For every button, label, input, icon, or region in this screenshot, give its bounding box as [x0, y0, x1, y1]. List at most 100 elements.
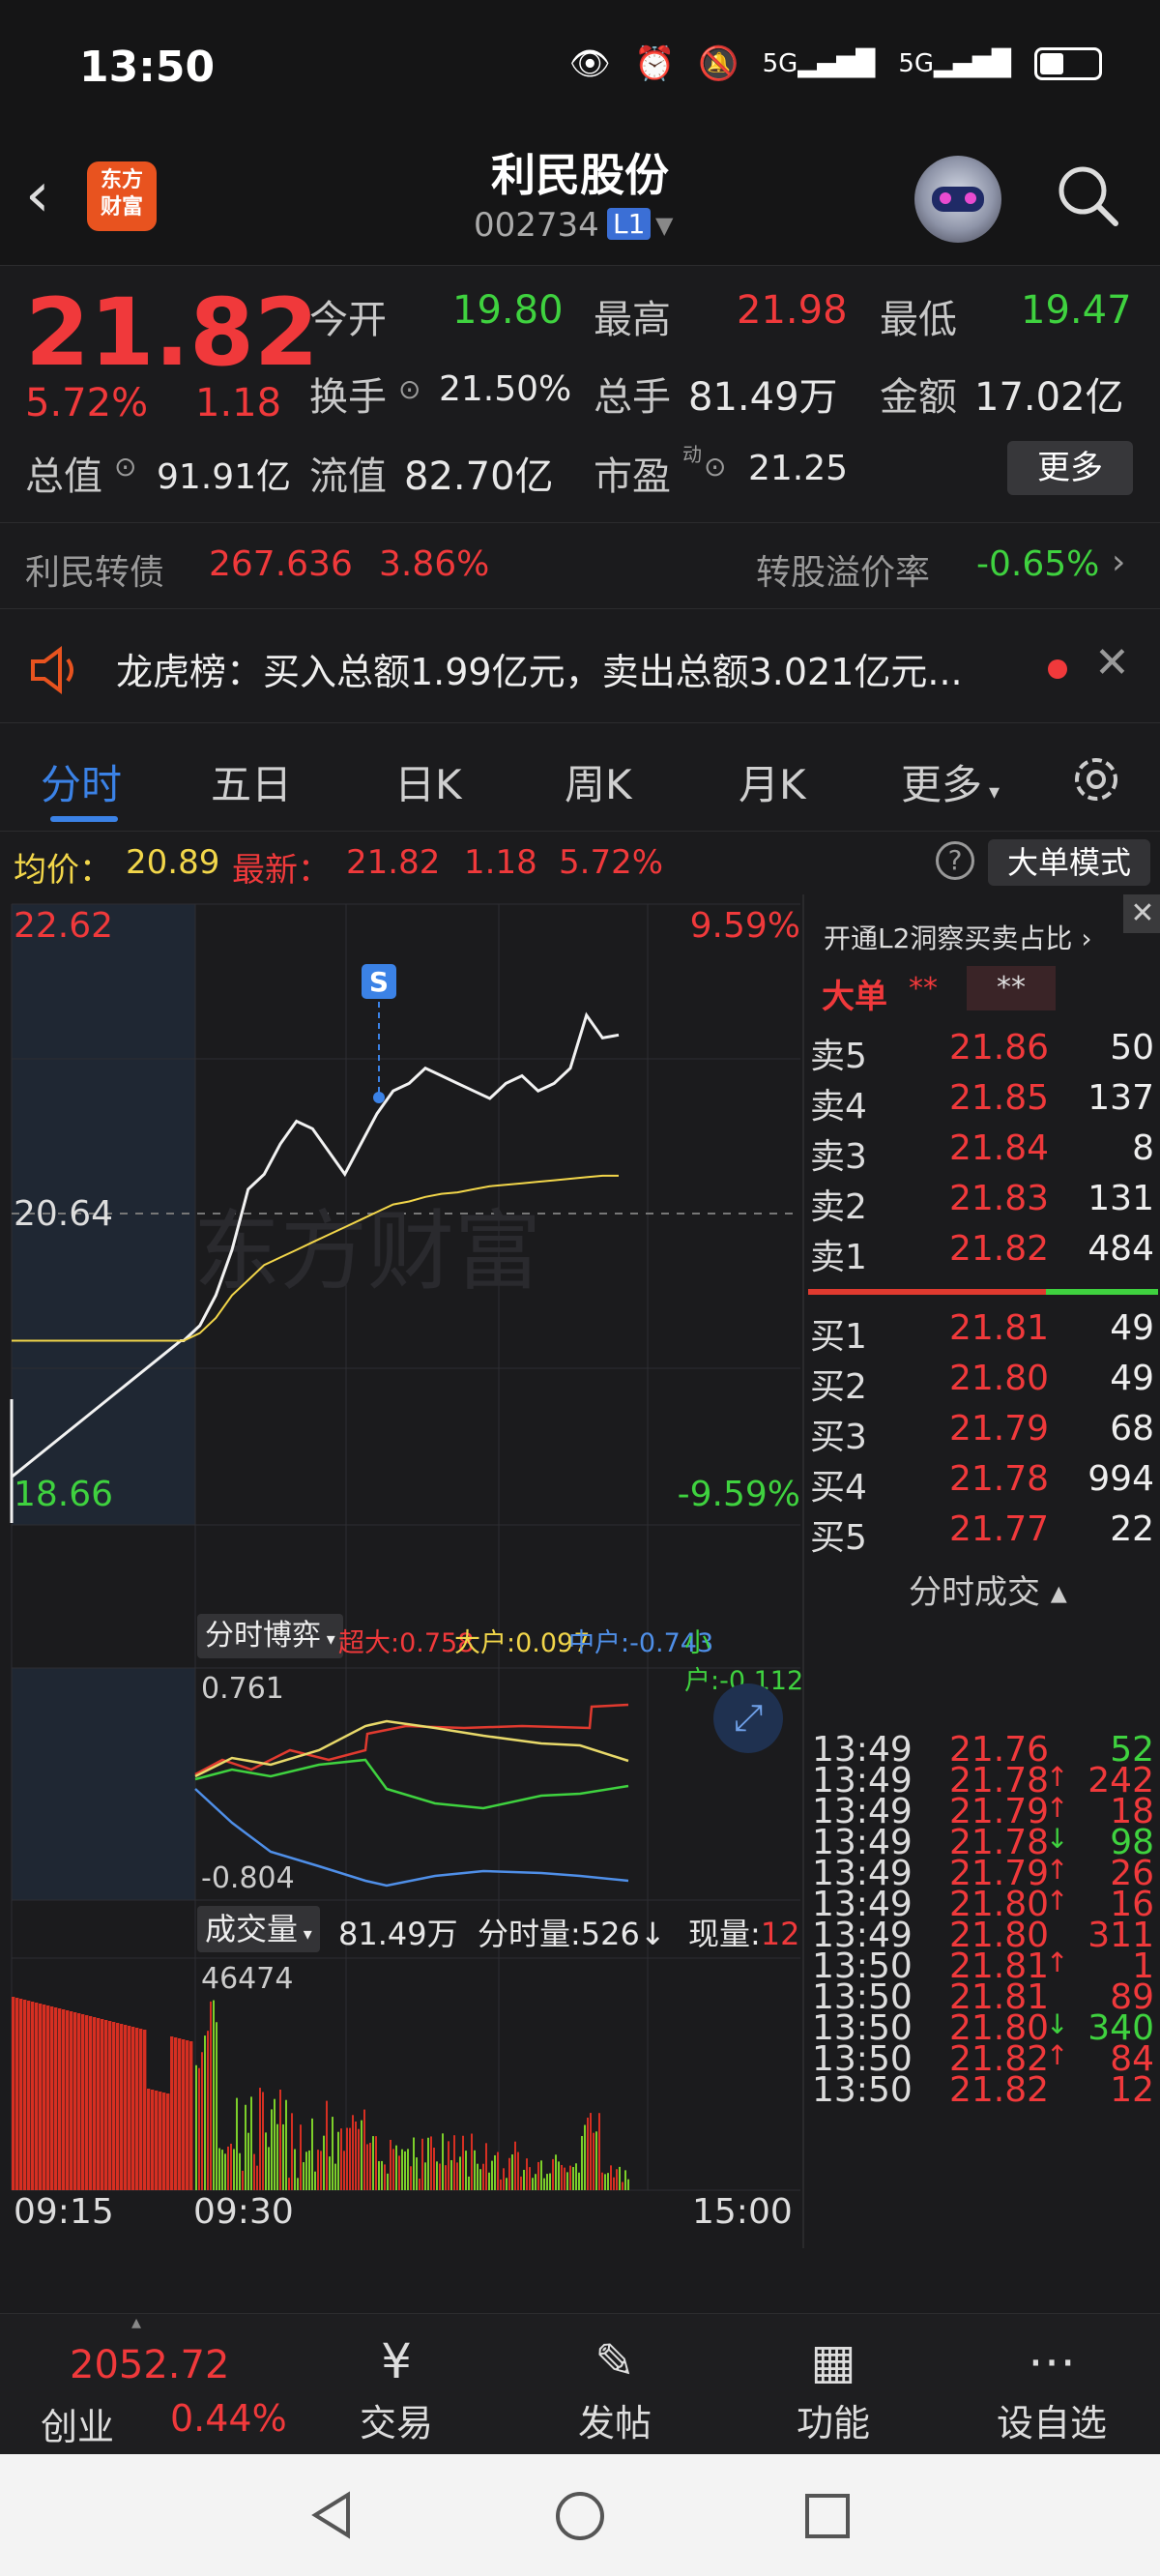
bid-row[interactable]: 买3 21.79 68 [804, 1409, 1160, 1459]
volume-bar [506, 2178, 508, 2190]
volume-bar [124, 2025, 128, 2190]
nav-trade[interactable]: ¥ 交易 [329, 2329, 464, 2446]
level-badge[interactable]: L1 [607, 208, 652, 240]
volume-bar [578, 2172, 580, 2190]
change-amount: 1.18 [195, 381, 282, 425]
tick-arrow: ↑ [1046, 1885, 1069, 1917]
nav-post[interactable]: ✎ 发帖 [547, 2329, 682, 2446]
volume-bar [282, 2123, 284, 2190]
volume-bar [613, 2177, 615, 2190]
close-icon[interactable]: ✕ [1123, 894, 1160, 933]
volume-bar [566, 2172, 568, 2190]
notice-bar[interactable]: 龙虎榜：买入总额1.99亿元，卖出总额3.021亿元... ✕ [0, 617, 1160, 723]
info-icon[interactable]: ⊙ [114, 451, 136, 483]
ask-row[interactable]: 卖3 21.84 8 [804, 1128, 1160, 1179]
ask-row[interactable]: 卖1 21.82 484 [804, 1229, 1160, 1279]
volume-bar [242, 2170, 244, 2190]
volume-bar [256, 2165, 258, 2190]
volume-bar [265, 2132, 267, 2190]
notice-text: 龙虎榜：买入总额1.99亿元，卖出总额3.021亿元... [116, 651, 963, 693]
low-value: 19.47 [1021, 288, 1132, 333]
ticks-title[interactable]: 分时成交 ▴ [909, 1566, 1067, 1613]
nav-functions[interactable]: ▦ 功能 [766, 2329, 901, 2446]
volume-bar [595, 2131, 597, 2190]
bid-row[interactable]: 买2 21.80 49 [804, 1359, 1160, 1409]
volume-bar [465, 2151, 467, 2190]
convertible-bond-row[interactable]: 利民转债 267.636 3.86% 转股溢价率 -0.65% › [0, 522, 1160, 609]
volume-bar [390, 2139, 392, 2190]
latest-change: 1.18 [464, 843, 537, 882]
volume-bar [305, 2152, 307, 2190]
volume-max-label: 46474 [201, 1962, 294, 1996]
volume-bar [532, 2178, 534, 2190]
volume-bar [54, 2007, 58, 2190]
volume-bar [288, 2178, 290, 2190]
volume-bar [201, 2052, 203, 2190]
volume-bar [500, 2179, 502, 2190]
tab-five-day[interactable]: 五日 [211, 752, 292, 811]
volume-selector[interactable]: 成交量 ▾ [197, 1906, 320, 1952]
tab-daily-k[interactable]: 日K [394, 752, 462, 811]
home-circle-icon[interactable] [553, 2489, 607, 2543]
back-triangle-icon[interactable] [305, 2489, 358, 2541]
info-icon[interactable]: ⊙ [398, 373, 420, 405]
nav-add-watchlist[interactable]: ⋯ 设自选 [984, 2329, 1119, 2446]
assistant-robot-icon[interactable] [914, 156, 1001, 243]
tab-intraday[interactable]: 分时 [41, 752, 122, 811]
ask-row[interactable]: 卖4 21.85 137 [804, 1078, 1160, 1128]
volume-bar [259, 2088, 261, 2190]
index-widget[interactable]: ▴ 2052.72 创业 0.44% [0, 2310, 309, 2455]
tab-more[interactable]: 更多 ▾ [901, 752, 1000, 811]
volume-bar [419, 2179, 420, 2190]
close-icon[interactable]: ✕ [1094, 638, 1130, 688]
expand-icon[interactable]: ⤢ [713, 1683, 783, 1753]
volume-bar [159, 2092, 162, 2190]
float-label: 流值 [309, 454, 387, 499]
volume-bar [85, 2015, 89, 2190]
volume-bar [262, 2092, 264, 2190]
ask-row[interactable]: 卖5 21.86 50 [804, 1028, 1160, 1078]
avg-label: 均价： [14, 851, 112, 890]
volume-bar [569, 2165, 571, 2190]
more-button[interactable]: 更多 [1007, 441, 1133, 495]
volume-bar [404, 2151, 406, 2190]
volume-bar [517, 2152, 519, 2190]
volume-bar [343, 2151, 345, 2190]
volume-bar [398, 2155, 400, 2190]
volume-bar [35, 2003, 39, 2190]
info-icon[interactable]: ⊙ [704, 451, 726, 483]
volume-bar [19, 1999, 23, 2190]
clock: 13:50 [79, 43, 216, 92]
search-icon[interactable] [1054, 161, 1121, 229]
recents-square-icon[interactable] [802, 2491, 853, 2541]
help-icon[interactable]: ? [936, 841, 974, 880]
tab-weekly-k[interactable]: 周K [565, 752, 632, 811]
volume-bar [384, 2164, 386, 2190]
premium-label: 转股溢价率 [756, 553, 931, 593]
ask-row[interactable]: 卖2 21.83 131 [804, 1179, 1160, 1229]
tick-arrow: ↓ [1046, 2008, 1069, 2040]
flow-selector[interactable]: 分时博弈 ▾ [197, 1614, 343, 1658]
intraday-chart[interactable]: 东方财富 S 22.62 9.59% 20.64 18.66 -9.59% 分时… [0, 894, 803, 2232]
volume-bar [375, 2136, 377, 2190]
tick-volume: 12 [1110, 2070, 1154, 2110]
bid-row[interactable]: 买1 21.81 49 [804, 1308, 1160, 1359]
volume-bar [387, 2173, 389, 2190]
volume-bar [561, 2164, 563, 2190]
chevron-right-icon: › [1112, 542, 1126, 582]
gear-icon[interactable] [1067, 750, 1125, 808]
big-order-mode-button[interactable]: 大单模式 [988, 839, 1150, 886]
bid-row[interactable]: 买4 21.78 994 [804, 1459, 1160, 1509]
chevron-down-icon[interactable]: ▼ [655, 212, 673, 239]
volume-bar [616, 2169, 618, 2190]
l2-link[interactable]: 开通L2洞察买卖占比 › [824, 918, 1092, 956]
edit-icon: ✎ [594, 2333, 635, 2389]
battery-icon [1034, 47, 1102, 80]
volume-bar [346, 2127, 348, 2190]
bid-row[interactable]: 买5 21.77 22 [804, 1509, 1160, 1560]
volume-bar [436, 2161, 438, 2190]
tab-monthly-k[interactable]: 月K [739, 752, 806, 811]
volume-bar [392, 2149, 394, 2190]
volume-bar [361, 2120, 362, 2190]
volume-bar [593, 2132, 594, 2190]
